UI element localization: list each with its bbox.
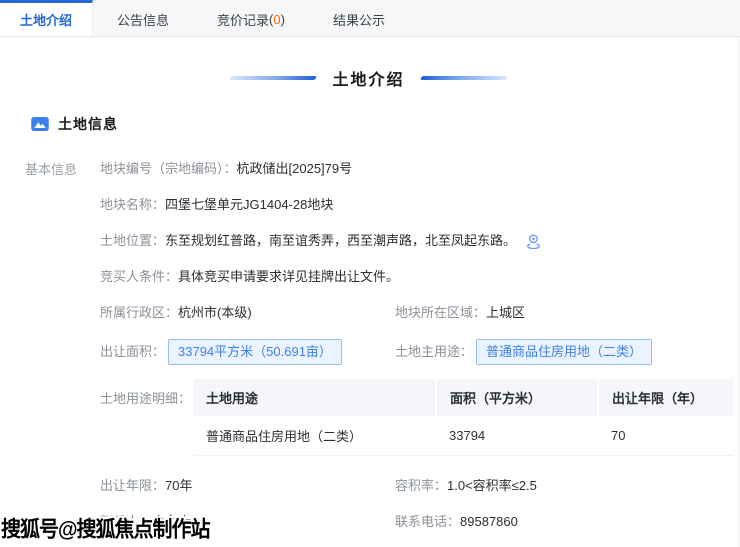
cell-area: 33794 — [436, 416, 598, 456]
table-row: 普通商品住房用地（二类） 33794 70 — [193, 416, 733, 456]
use-detail-label: 土地用途明细： — [100, 379, 191, 456]
location-label: 土地位置： — [100, 231, 165, 251]
area-value-tag[interactable]: 33794平方米（50.691亩） — [168, 339, 342, 365]
sohu-watermark: 搜狐号@搜狐焦点制作站 — [1, 512, 210, 543]
row-tenure-ratio: 出让年限： 70年 容积率： 1.0<容积率≤2.5 — [100, 476, 733, 496]
cell-tenure: 70 — [598, 416, 733, 456]
area-label: 出让面积： — [100, 342, 165, 362]
tab-bid-record-label: 竞价记录 — [217, 10, 269, 29]
col-header-tenure: 出让年限（年） — [598, 379, 733, 416]
tab-bid-record-bracket-right: ) — [281, 12, 285, 27]
col-header-area: 面积（平方米） — [436, 379, 598, 416]
field-area: 出让面积： 33794平方米（50.691亩） — [100, 339, 395, 365]
tab-announcement[interactable]: 公告信息 — [93, 0, 193, 36]
parcel-name-value: 四堡七堡单元JG1404-28地块 — [165, 195, 333, 215]
district-value: 上城区 — [486, 303, 525, 323]
contact-phone-value: 89587860 — [460, 512, 518, 532]
use-detail-block: 土地用途明细： 土地用途 面积（平方米） 出让年限（年） 普通商品住房用地（二类… — [100, 379, 733, 456]
plot-ratio-label: 容积率： — [395, 476, 447, 496]
main-use-label: 土地主用途： — [395, 342, 473, 362]
land-image-icon — [31, 117, 49, 131]
parcel-code-value: 杭政储出[2025]79号 — [237, 159, 353, 179]
plot-ratio-value: 1.0<容积率≤2.5 — [447, 476, 537, 496]
tab-bid-record[interactable]: 竞价记录(0) — [193, 0, 309, 36]
bidder-condition-value: 具体竞买申请要求详见挂牌出让文件。 — [178, 267, 399, 287]
tenure-value: 70年 — [165, 476, 192, 496]
parcel-name-label: 地块名称： — [100, 195, 165, 215]
field-district: 地块所在区域： 上城区 — [395, 303, 733, 323]
field-plot-ratio: 容积率： 1.0<容积率≤2.5 — [395, 476, 733, 496]
col-header-use: 土地用途 — [193, 379, 436, 416]
tab-bid-record-count: 0 — [273, 12, 280, 27]
row-area-use: 出让面积： 33794平方米（50.691亩） 土地主用途： 普通商品住房用地（… — [100, 339, 733, 365]
side-column: 基本信息 — [0, 159, 100, 547]
land-intro-panel: 土地介绍 土地信息 基本信息 地块编号（宗地编码）： 杭政储出[2025]79号… — [0, 37, 737, 547]
field-location: 土地位置： 东至规划红普路，南至谊秀弄，西至潮声路，北至凤起东路。 — [100, 231, 733, 251]
district-label: 地块所在区域： — [395, 303, 486, 323]
tenure-label: 出让年限： — [100, 476, 165, 496]
field-contact-phone: 联系电话： 89587860 — [395, 512, 733, 532]
table-header-row: 土地用途 面积（平方米） 出让年限（年） — [193, 379, 733, 416]
field-tenure: 出让年限： 70年 — [100, 476, 395, 496]
contact-phone-label: 联系电话： — [395, 512, 460, 532]
page-title: 土地介绍 — [332, 66, 404, 90]
admin-region-label: 所属行政区： — [100, 303, 178, 323]
land-info-section-header: 土地信息 — [31, 114, 737, 134]
basic-info-label: 基本信息 — [25, 162, 77, 177]
field-parcel-name: 地块名称： 四堡七堡单元JG1404-28地块 — [100, 195, 733, 215]
field-admin-region: 所属行政区： 杭州市(本级) — [100, 303, 395, 323]
main-use-value-tag[interactable]: 普通商品住房用地（二类） — [476, 339, 652, 365]
page-title-row: 土地介绍 — [0, 66, 737, 90]
field-bidder-condition: 竞买人条件： 具体竞买申请要求详见挂牌出让文件。 — [100, 267, 733, 287]
title-decor-right — [419, 76, 507, 80]
field-parcel-code: 地块编号（宗地编码）： 杭政储出[2025]79号 — [100, 159, 733, 179]
section-title: 土地信息 — [58, 114, 118, 134]
tab-result-publicity[interactable]: 结果公示 — [309, 0, 409, 36]
field-main-use: 土地主用途： 普通商品住房用地（二类） — [395, 339, 733, 365]
title-decor-left — [229, 76, 317, 80]
location-value: 东至规划红普路，南至谊秀弄，西至潮声路，北至凤起东路。 — [165, 231, 516, 251]
cell-use: 普通商品住房用地（二类） — [193, 416, 436, 456]
tab-land-intro[interactable]: 土地介绍 — [0, 0, 93, 36]
map-location-icon[interactable] — [526, 233, 541, 249]
tab-bar: 土地介绍 公告信息 竞价记录(0) 结果公示 — [0, 0, 740, 37]
parcel-code-label: 地块编号（宗地编码）： — [100, 159, 237, 179]
fields-column: 地块编号（宗地编码）： 杭政储出[2025]79号 地块名称： 四堡七堡单元JG… — [100, 159, 737, 547]
bidder-condition-label: 竞买人条件： — [100, 267, 178, 287]
land-use-table: 土地用途 面积（平方米） 出让年限（年） 普通商品住房用地（二类） 33794 … — [193, 379, 733, 456]
admin-region-value: 杭州市(本级) — [178, 303, 252, 323]
row-region: 所属行政区： 杭州市(本级) 地块所在区域： 上城区 — [100, 303, 733, 323]
basic-info-block: 基本信息 地块编号（宗地编码）： 杭政储出[2025]79号 地块名称： 四堡七… — [0, 159, 737, 547]
